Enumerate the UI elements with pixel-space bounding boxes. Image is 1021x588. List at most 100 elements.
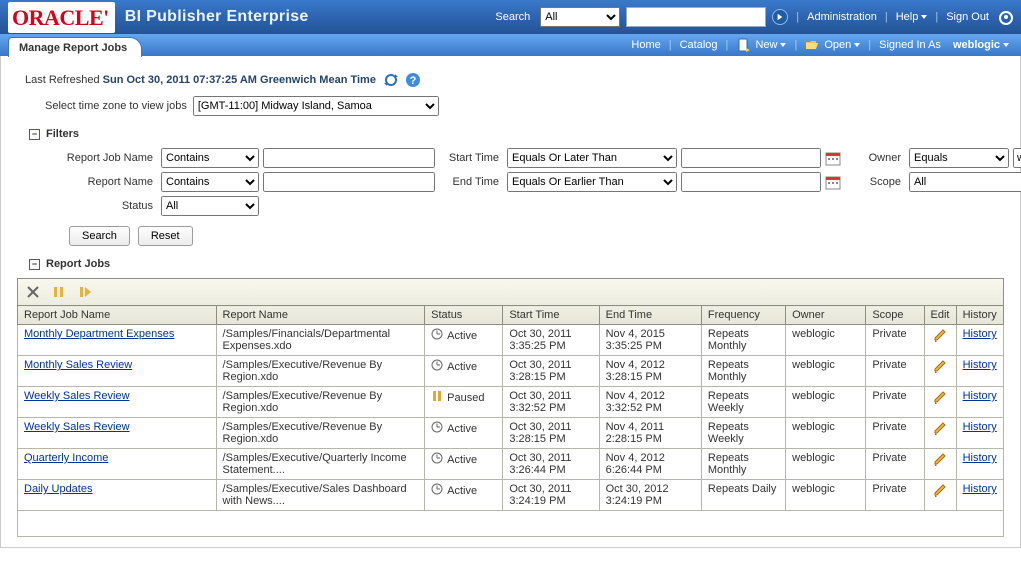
col-scope[interactable]: Scope [866,306,924,325]
col-frequency[interactable]: Frequency [701,306,785,325]
edit-icon[interactable] [933,457,947,469]
report-name-op[interactable]: Contains [161,172,259,192]
status-icon [431,483,443,498]
start-time: Oct 30, 20113:28:15 PM [503,356,599,387]
product-name: BI Publisher Enterprise [125,8,309,26]
history-link[interactable]: History [963,483,997,495]
col-history[interactable]: History [956,306,1003,325]
frequency: Repeats Monthly [701,356,785,387]
status-cell: Active [431,421,496,436]
job-link[interactable]: Monthly Department Expenses [24,328,174,340]
end-time-op[interactable]: Equals Or Earlier Than [507,172,677,192]
edit-icon[interactable] [933,426,947,438]
col-start-time[interactable]: Start Time [503,306,599,325]
edit-icon[interactable] [933,395,947,407]
col-owner[interactable]: Owner [786,306,866,325]
status-cell: Active [431,452,496,467]
history-link[interactable]: History [963,421,997,433]
edit-icon[interactable] [933,333,947,345]
jobs-toolbar [17,278,1004,305]
help-icon[interactable]: ? [405,72,421,88]
report-path: /Samples/Executive/Revenue By Region.xdo [216,356,425,387]
home-link[interactable]: Home [627,39,664,51]
start-time: Oct 30, 20113:24:19 PM [503,480,599,511]
new-menu[interactable]: New [732,38,790,52]
search-go-icon[interactable] [772,9,788,25]
job-link[interactable]: Monthly Sales Review [24,359,132,371]
subheader-bar: Manage Report Jobs Home| Catalog| New | … [0,34,1021,56]
col-report-job-name[interactable]: Report Job Name [18,306,217,325]
start-time-op[interactable]: Equals Or Later Than [507,148,677,168]
end-date-picker-icon[interactable] [825,174,841,190]
scope: Private [866,387,924,418]
job-link[interactable]: Weekly Sales Review [24,390,130,402]
delete-icon[interactable] [24,283,42,301]
collapse-filters-icon[interactable]: − [29,129,40,140]
timezone-select[interactable]: [GMT-11:00] Midway Island, Samoa [193,96,439,116]
history-link[interactable]: History [963,452,997,464]
history-link[interactable]: History [963,359,997,371]
owner-op[interactable]: Equals [909,148,1009,168]
table-footer [18,511,1004,537]
start-time-input[interactable] [681,148,821,168]
report-path: /Samples/Financials/Departmental Expense… [216,325,425,356]
new-icon [736,38,750,52]
owner: weblogic [786,480,866,511]
start-time-label: Start Time [439,152,503,164]
sign-out-link[interactable]: Sign Out [946,11,989,23]
col-report-name[interactable]: Report Name [216,306,425,325]
signed-in-user[interactable]: weblogic [949,39,1013,51]
col-end-time[interactable]: End Time [599,306,701,325]
status-icon [431,421,443,436]
collapse-jobs-icon[interactable]: − [29,259,40,270]
status-cell: Active [431,328,496,343]
frequency: Repeats Weekly [701,387,785,418]
scope: Private [866,325,924,356]
report-job-name-input[interactable] [263,148,435,168]
frequency: Repeats Monthly [701,449,785,480]
edit-icon[interactable] [933,488,947,500]
pause-icon[interactable] [50,283,68,301]
report-path: /Samples/Executive/Revenue By Region.xdo [216,387,425,418]
job-link[interactable]: Daily Updates [24,483,92,495]
col-status[interactable]: Status [425,306,503,325]
administration-link[interactable]: Administration [807,11,877,23]
table-row: Weekly Sales Review/Samples/Executive/Re… [18,387,1004,418]
end-time-input[interactable] [681,172,821,192]
edit-icon[interactable] [933,364,947,376]
status-icon [431,390,443,405]
header-search-scope[interactable]: All [540,7,620,27]
start-date-picker-icon[interactable] [825,150,841,166]
status-cell: Active [431,359,496,374]
history-link[interactable]: History [963,390,997,402]
end-time: Nov 4, 20123:28:15 PM [599,356,701,387]
end-time: Nov 4, 20153:35:25 PM [599,325,701,356]
header-search-input[interactable] [626,7,766,27]
owner: weblogic [786,387,866,418]
job-link[interactable]: Weekly Sales Review [24,421,130,433]
jobs-table: Report Job Name Report Name Status Start… [17,305,1004,537]
scope-select[interactable]: All [909,172,1021,192]
status-select[interactable]: All [161,196,259,216]
history-link[interactable]: History [963,328,997,340]
resume-icon[interactable] [76,283,94,301]
help-link[interactable]: Help [896,11,928,23]
status-label: Status [29,200,157,212]
end-time: Oct 30, 20123:24:19 PM [599,480,701,511]
reset-button[interactable]: Reset [138,226,193,246]
status-icon [431,452,443,467]
table-row: Monthly Sales Review/Samples/Executive/R… [18,356,1004,387]
col-edit[interactable]: Edit [924,306,956,325]
search-button[interactable]: Search [69,226,130,246]
jobs-section-header: − Report Jobs [29,258,1010,270]
owner: weblogic [786,325,866,356]
refresh-icon[interactable] [383,72,399,88]
owner-input[interactable] [1013,148,1021,168]
report-job-name-op[interactable]: Contains [161,148,259,168]
owner-label: Owner [849,152,905,164]
catalog-link[interactable]: Catalog [676,39,722,51]
job-link[interactable]: Quarterly Income [24,452,108,464]
table-row: Weekly Sales Review/Samples/Executive/Re… [18,418,1004,449]
open-menu[interactable]: Open [801,38,864,52]
report-name-input[interactable] [263,172,435,192]
